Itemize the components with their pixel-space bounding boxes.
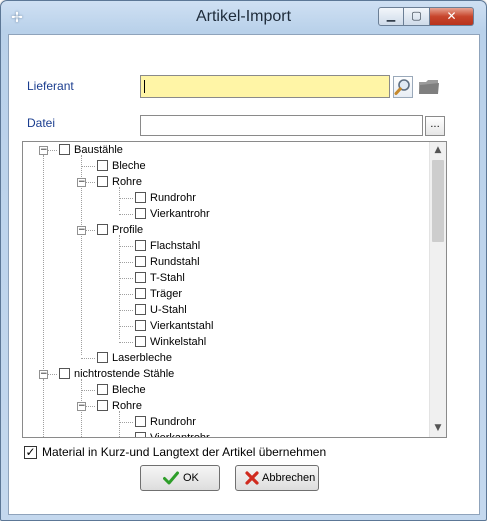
tree-node-checkbox[interactable]: [97, 160, 108, 171]
tree-node-checkbox[interactable]: [135, 272, 146, 283]
tree-node-label: Laserbleche: [112, 352, 172, 364]
tree-line: [119, 187, 120, 211]
tree-node-label: nichtrostende Stähle: [74, 368, 175, 380]
datei-label: Datei: [27, 116, 56, 130]
tree-line: [119, 246, 133, 247]
lieferant-folder-button[interactable]: [418, 78, 440, 96]
cancel-x-icon: [245, 471, 259, 488]
maximize-icon: ▢: [411, 9, 422, 22]
artikel-import-dialog: ✢ Artikel-Import ▁ ▢ ✕ Lieferant Datei .…: [0, 0, 487, 521]
tree-node-checkbox[interactable]: [135, 320, 146, 331]
tree-line: [43, 379, 44, 437]
tree-node-label: Bleche: [112, 384, 146, 396]
tree-node-checkbox[interactable]: [59, 144, 70, 155]
tree-line: [119, 342, 133, 343]
title-bar[interactable]: ✢ Artikel-Import ▁ ▢ ✕: [1, 1, 486, 35]
tree-node-checkbox[interactable]: [59, 368, 70, 379]
scroll-down-button[interactable]: ▼: [430, 420, 446, 437]
material-text-label: Material in Kurz-und Langtext der Artike…: [42, 445, 327, 459]
cancel-button[interactable]: Abbrechen: [235, 465, 319, 491]
chevron-up-icon: ▲: [434, 145, 442, 155]
browse-file-button[interactable]: ...: [425, 116, 445, 136]
tree-line: [119, 411, 120, 437]
tree-node-checkbox[interactable]: [135, 192, 146, 203]
material-text-checkbox[interactable]: ✓: [24, 446, 37, 459]
tree-node-checkbox[interactable]: [135, 208, 146, 219]
folder-icon: [419, 80, 439, 94]
tree-node-checkbox[interactable]: [135, 240, 146, 251]
tree-node-checkbox[interactable]: [97, 176, 108, 187]
lieferant-search-button[interactable]: [393, 76, 413, 98]
tree-node-checkbox[interactable]: [135, 432, 146, 437]
close-button[interactable]: ✕: [430, 7, 474, 26]
minimize-icon: ▁: [386, 9, 396, 22]
close-icon: ✕: [446, 9, 457, 23]
tree-node-label: Rundrohr: [150, 192, 196, 204]
scroll-up-button[interactable]: ▲: [430, 142, 446, 159]
scroll-thumb[interactable]: [432, 160, 444, 242]
collapse-toggle-icon[interactable]: −: [39, 146, 48, 155]
tree-line: [119, 262, 133, 263]
collapse-toggle-icon[interactable]: −: [77, 402, 86, 411]
ok-button[interactable]: OK: [140, 465, 220, 491]
tree-node-checkbox[interactable]: [97, 384, 108, 395]
tree-node-label: Träger: [150, 288, 182, 300]
tree-vertical-scrollbar[interactable]: ▲ ▼: [429, 142, 446, 437]
tree-node-checkbox[interactable]: [135, 304, 146, 315]
collapse-toggle-icon[interactable]: −: [77, 178, 86, 187]
tree-line: [119, 235, 120, 339]
tree-node-label: Profile: [112, 224, 144, 236]
search-icon: [394, 79, 410, 95]
tree-node-label: Baustähle: [74, 144, 123, 156]
cancel-button-label: Abbrechen: [262, 472, 316, 484]
tree-line: [119, 326, 133, 327]
tree-node-checkbox[interactable]: [135, 416, 146, 427]
tree-node-label: U-Stahl: [150, 304, 187, 316]
tree-line: [119, 278, 133, 279]
text-caret: [144, 80, 145, 93]
chevron-down-icon: ▼: [434, 423, 442, 433]
tree-node-checkbox[interactable]: [97, 224, 108, 235]
tree-node-label: Rundstahl: [150, 256, 200, 268]
ok-button-label: OK: [183, 472, 199, 484]
tree-node-label: Flachstahl: [150, 240, 201, 252]
tree-line: [43, 155, 44, 373]
tree-node-checkbox[interactable]: [97, 400, 108, 411]
tree-node-label: Rundrohr: [150, 416, 196, 428]
datei-input[interactable]: [140, 115, 423, 136]
tree-node-checkbox[interactable]: [135, 288, 146, 299]
tree-node-label: Vierkantstahl: [150, 320, 214, 332]
maximize-button[interactable]: ▢: [404, 7, 430, 26]
tree-node-label: Rohre: [112, 176, 142, 188]
tree-node-label: T-Stahl: [150, 272, 185, 284]
ok-check-icon: [163, 471, 179, 488]
tree-node-label: Winkelstahl: [150, 336, 207, 348]
tree-node-checkbox[interactable]: [135, 256, 146, 267]
tree-line: [119, 198, 133, 199]
tree-line: [119, 422, 133, 423]
lieferant-input[interactable]: [140, 75, 390, 98]
tree-node-checkbox[interactable]: [97, 352, 108, 363]
tree-node-label: Vierkantrohr: [150, 208, 210, 220]
tree-line: [119, 310, 133, 311]
collapse-toggle-icon[interactable]: −: [77, 226, 86, 235]
checkmark-icon: ✓: [25, 445, 36, 459]
tree-line: [119, 214, 133, 215]
tree-node-label: Vierkantrohr: [150, 432, 210, 438]
tree-node-label: Rohre: [112, 400, 142, 412]
dialog-content: Lieferant Datei ... − Baustähle Bleche −…: [8, 34, 480, 515]
lieferant-label: Lieferant: [27, 79, 74, 93]
collapse-toggle-icon[interactable]: −: [39, 370, 48, 379]
tree-node-checkbox[interactable]: [135, 336, 146, 347]
tree-node-label: Bleche: [112, 160, 146, 172]
tree-line: [119, 294, 133, 295]
tree-line: [81, 358, 95, 359]
tree-line: [81, 390, 95, 391]
category-tree[interactable]: − Baustähle Bleche − Rohre Rundrohr Vierkantro…: [22, 141, 447, 438]
tree-line: [81, 166, 95, 167]
minimize-button[interactable]: ▁: [378, 7, 404, 26]
